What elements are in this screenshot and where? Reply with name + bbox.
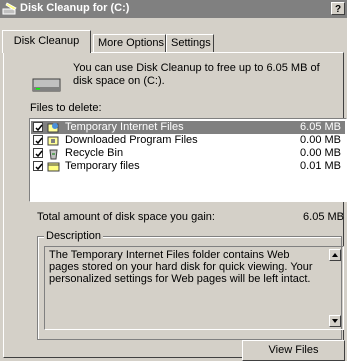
- tab-disk-cleanup[interactable]: Disk Cleanup: [2, 30, 91, 53]
- view-files-button[interactable]: View Files: [242, 340, 345, 361]
- file-name: Temporary files: [65, 160, 140, 172]
- intro-text: You can use Disk Cleanup to free up to 6…: [73, 62, 320, 87]
- list-item[interactable]: Downloaded Program Files 0.00 MB: [31, 134, 345, 147]
- temp-files-icon: [47, 162, 60, 172]
- tab-settings[interactable]: Settings: [166, 34, 214, 52]
- checkbox[interactable]: [33, 135, 43, 145]
- disk-cleanup-icon: [2, 2, 17, 15]
- help-button[interactable]: ?: [331, 2, 345, 15]
- scroll-down-button[interactable]: [329, 315, 341, 327]
- list-item[interactable]: Temporary Internet Files 6.05 MB: [31, 121, 345, 134]
- internet-files-icon: [47, 123, 59, 133]
- checkbox[interactable]: [33, 161, 43, 171]
- file-size: 0.00 MB: [300, 134, 341, 146]
- file-name: Downloaded Program Files: [65, 134, 198, 146]
- recycle-bin-icon: [49, 149, 58, 160]
- program-files-icon: [47, 136, 59, 146]
- arrow-up-icon: [332, 253, 338, 257]
- file-name: Recycle Bin: [65, 147, 124, 159]
- description-text: The Temporary Internet Files folder cont…: [49, 249, 313, 285]
- description-legend: Description: [44, 230, 104, 242]
- list-item[interactable]: Temporary files 0.01 MB: [31, 160, 345, 173]
- checkbox[interactable]: [33, 122, 43, 132]
- file-name: Temporary Internet Files: [65, 121, 184, 133]
- total-space-value: 6.05 MB: [303, 211, 344, 223]
- file-size: 0.00 MB: [300, 147, 341, 159]
- arrow-down-icon: [332, 319, 338, 323]
- file-size: 0.01 MB: [300, 160, 341, 172]
- title-bar: Disk Cleanup for (C:) ?: [0, 0, 347, 18]
- scroll-up-button[interactable]: [329, 249, 341, 261]
- total-space-label: Total amount of disk space you gain:: [37, 211, 215, 223]
- files-to-delete-label: Files to delete:: [30, 102, 102, 114]
- hard-drive-icon: [32, 78, 61, 92]
- list-item[interactable]: Recycle Bin 0.00 MB: [31, 147, 345, 160]
- checkbox[interactable]: [33, 148, 43, 158]
- description-box: The Temporary Internet Files folder cont…: [44, 246, 344, 330]
- files-list[interactable]: Temporary Internet Files 6.05 MB Downloa…: [29, 118, 347, 202]
- tab-more-options[interactable]: More Options: [93, 34, 166, 52]
- file-size: 6.05 MB: [300, 121, 341, 133]
- window-title: Disk Cleanup for (C:): [20, 2, 130, 14]
- tab-strip: Disk Cleanup More Options Settings: [0, 30, 347, 53]
